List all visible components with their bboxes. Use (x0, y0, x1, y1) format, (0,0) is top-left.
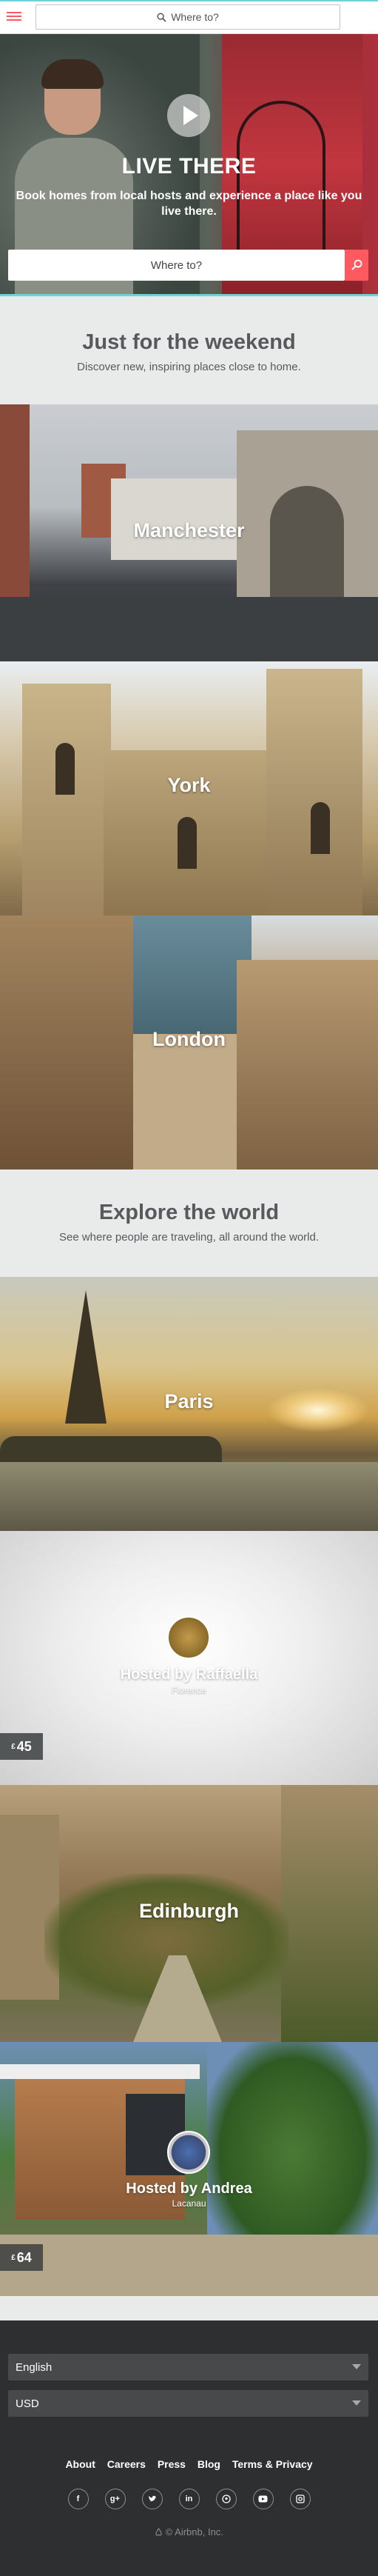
price-currency: £ (11, 2253, 16, 2262)
hero-title: LIVE THERE (121, 154, 257, 178)
header-search-input[interactable]: Where to? (36, 4, 340, 30)
destination-label: Paris (164, 1390, 214, 1412)
weekend-subtitle: Discover new, inspiring places close to … (77, 361, 301, 373)
weekend-section-header: Just for the weekend Discover new, inspi… (0, 330, 378, 404)
play-video-button[interactable] (167, 94, 210, 137)
menu-icon[interactable] (7, 10, 21, 23)
top-accent-bar (0, 0, 378, 1)
instagram-icon[interactable] (289, 2489, 311, 2509)
footer: English USD About Careers Press Blog Ter… (0, 2320, 378, 2576)
footer-link-blog[interactable]: Blog (198, 2458, 220, 2470)
hero-search-input[interactable]: Where to? (8, 250, 345, 281)
explore-section-header: Explore the world See where people are t… (0, 1169, 378, 1277)
explore-subtitle: See where people are traveling, all arou… (58, 1231, 320, 1244)
hero-subtitle: Book homes from local hosts and experien… (16, 190, 362, 218)
price-value: 45 (16, 1738, 32, 1754)
youtube-icon[interactable] (252, 2489, 274, 2509)
weekend-title: Just for the weekend (82, 330, 296, 354)
destination-label: Edinburgh (139, 1900, 239, 1922)
listing-tile-andrea[interactable]: Hosted by Andrea Lacanau £64 (0, 2042, 378, 2296)
google-plus-icon[interactable]: g+ (104, 2489, 126, 2509)
search-icon (157, 12, 166, 22)
destination-label: London (152, 1028, 226, 1050)
language-value: English (16, 2360, 53, 2374)
price-badge: £45 (0, 1733, 43, 1760)
chevron-down-icon (352, 2364, 361, 2369)
host-name: Hosted by Andrea (126, 2180, 252, 2197)
language-select[interactable]: English (8, 2354, 368, 2380)
top-navbar: Where to? (0, 0, 378, 34)
hero-search-placeholder: Where to? (150, 258, 203, 272)
price-badge: £64 (0, 2244, 43, 2271)
header-search-placeholder: Where to? (171, 11, 219, 23)
host-avatar (167, 1616, 210, 1659)
host-name: Hosted by Raffaella (120, 1666, 258, 1683)
facebook-icon[interactable]: f (67, 2489, 89, 2509)
chevron-down-icon (352, 2400, 361, 2406)
destination-label: York (167, 774, 211, 796)
footer-link-about[interactable]: About (65, 2458, 95, 2470)
price-currency: £ (11, 1742, 16, 1751)
copyright-text: © Airbnb, Inc. (165, 2526, 223, 2537)
destination-tile-manchester[interactable]: Manchester (0, 404, 378, 661)
destination-tile-edinburgh[interactable]: Edinburgh (0, 1785, 378, 2042)
destination-label: Manchester (133, 519, 245, 541)
footer-link-press[interactable]: Press (158, 2458, 186, 2470)
destination-tile-london[interactable]: London (0, 915, 378, 1169)
destination-tile-paris[interactable]: Paris (0, 1277, 378, 1531)
currency-select[interactable]: USD (8, 2390, 368, 2417)
twitter-icon[interactable] (141, 2489, 163, 2509)
footer-link-careers[interactable]: Careers (107, 2458, 146, 2470)
footer-link-terms[interactable]: Terms & Privacy (232, 2458, 313, 2470)
hero-search-button[interactable] (345, 250, 368, 281)
host-avatar (167, 2131, 210, 2174)
social-links: f g+ in (0, 2489, 378, 2509)
footer-links: About Careers Press Blog Terms & Privacy (0, 2458, 378, 2470)
explore-title: Explore the world (98, 1201, 280, 1224)
linkedin-icon[interactable]: in (178, 2489, 200, 2509)
search-icon (351, 259, 362, 270)
currency-value: USD (16, 2397, 39, 2410)
listing-tile-raffaella[interactable]: Hosted by Raffaella Florence £45 (0, 1531, 378, 1785)
airbnb-logo-icon (155, 2527, 162, 2536)
pinterest-icon[interactable] (215, 2489, 237, 2509)
host-city: Florence (172, 1685, 206, 1695)
price-value: 64 (16, 2249, 32, 2265)
destination-tile-york[interactable]: York (0, 661, 378, 915)
copyright: © Airbnb, Inc. (0, 2526, 378, 2537)
host-city: Lacanau (172, 2198, 206, 2209)
